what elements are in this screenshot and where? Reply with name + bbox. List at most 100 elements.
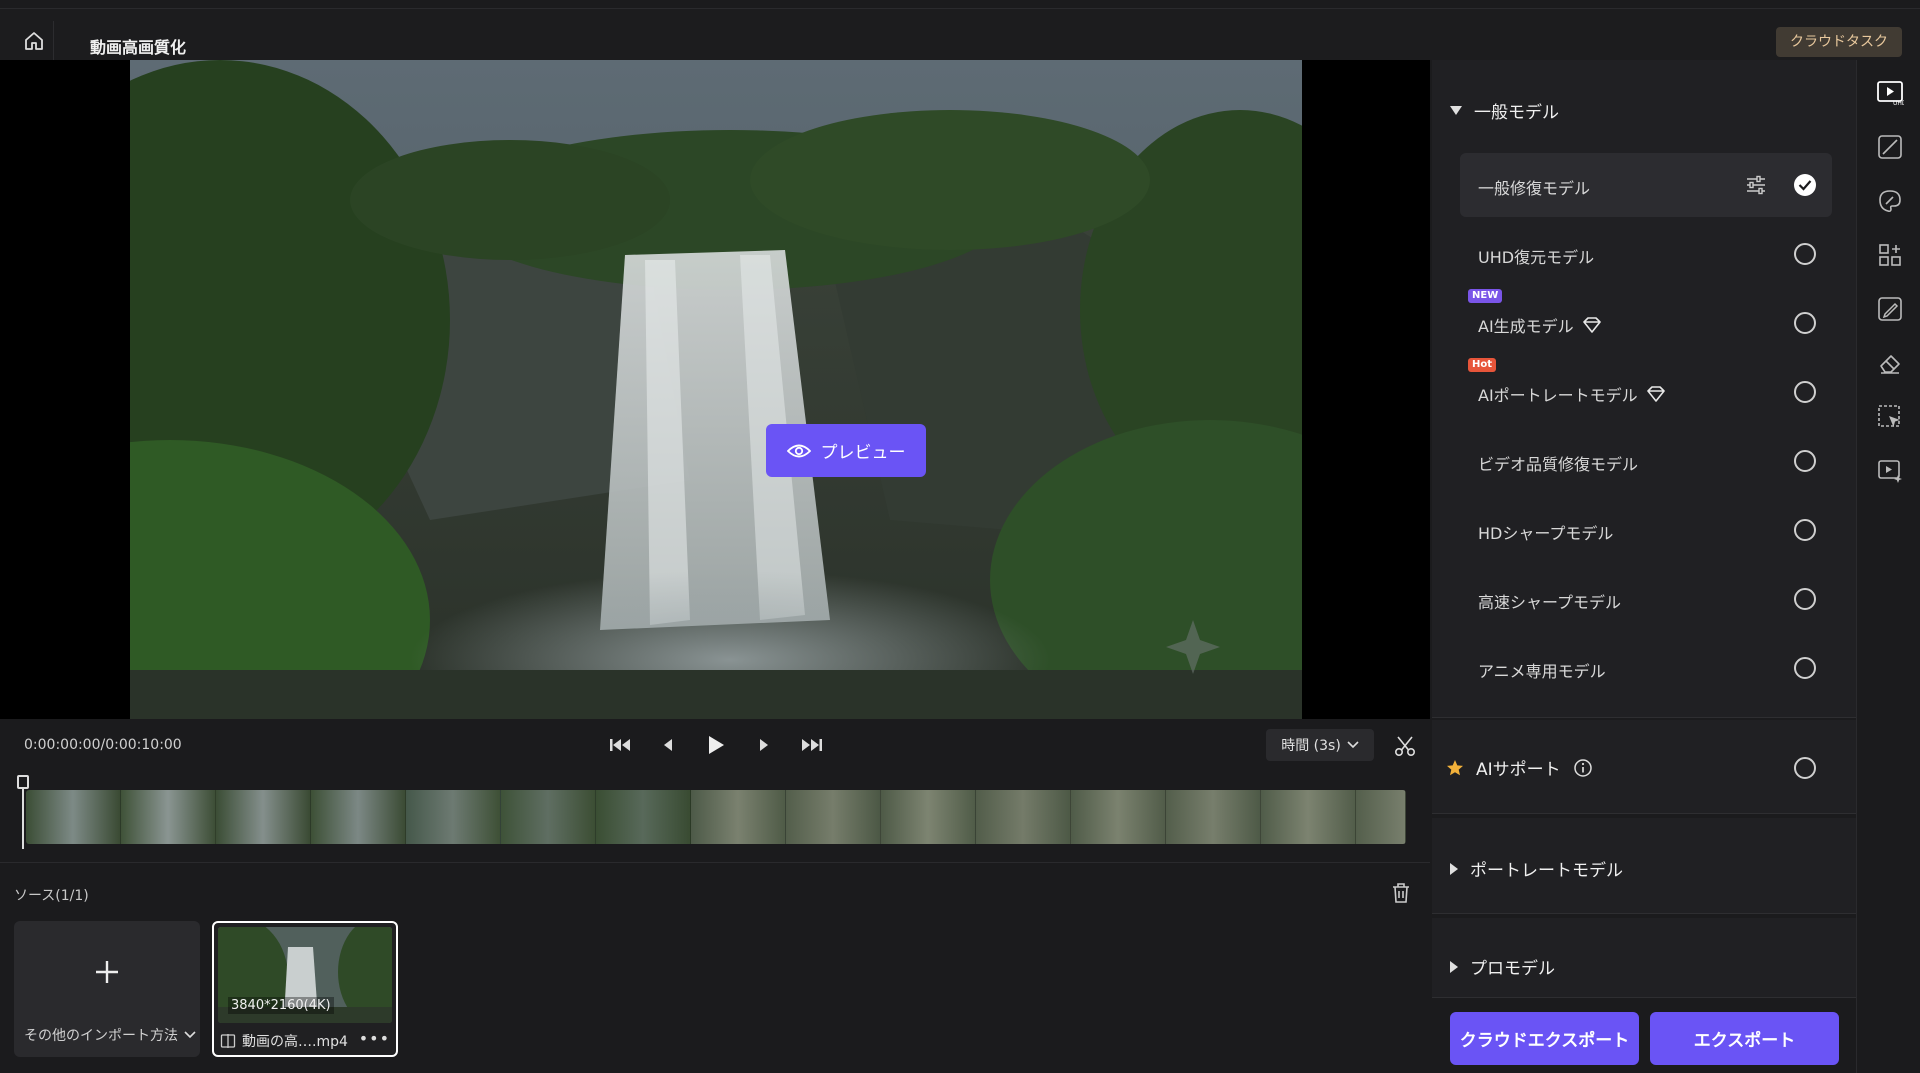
transport-controls	[606, 729, 826, 761]
model-option-general-restore[interactable]: 一般修復モデル	[1460, 153, 1832, 217]
preview-button-label: プレビュー	[820, 443, 906, 463]
radio-button[interactable]	[1794, 657, 1816, 679]
star-icon	[1447, 759, 1463, 775]
playhead[interactable]	[22, 779, 24, 849]
skip-back-icon	[610, 739, 630, 751]
import-card[interactable]: その他のインポート方法	[14, 921, 200, 1057]
model-option-uhd[interactable]: UHD復元モデル	[1460, 222, 1832, 286]
model-option-ai-generate[interactable]: NEW AI生成モデル	[1460, 289, 1832, 355]
time-interval-select[interactable]: 時間 (3s)	[1266, 729, 1374, 761]
model-name: UHD復元モデル	[1478, 248, 1595, 267]
radio-button[interactable]	[1794, 381, 1816, 403]
eye-icon	[786, 444, 811, 457]
color-icon[interactable]	[1875, 186, 1905, 216]
cloud-task-button[interactable]: クラウドタスク	[1776, 27, 1902, 57]
model-name: 一般修復モデル	[1478, 179, 1591, 198]
sliders-icon[interactable]	[1744, 173, 1768, 197]
skip-to-end-button[interactable]	[798, 729, 826, 761]
previous-frame-button[interactable]	[654, 729, 682, 761]
model-label: 高速シャープモデル	[1478, 589, 1621, 613]
timeline-frame	[691, 790, 786, 844]
ai-support-radio[interactable]	[1794, 757, 1816, 779]
compare-icon	[220, 1034, 236, 1048]
home-icon	[24, 32, 43, 50]
home-button[interactable]	[14, 21, 54, 61]
plus-icon	[96, 961, 118, 983]
preview-area: プレビュー	[0, 60, 1430, 719]
timeline-frame	[976, 790, 1071, 844]
cut-button[interactable]	[1390, 731, 1420, 761]
model-name: AI生成モデル	[1478, 317, 1574, 336]
player-controls: 0:00:00:00/0:00:10:00 時間 (3s)	[0, 719, 1430, 773]
model-name: ビデオ品質修復モデル	[1478, 455, 1639, 474]
media-file-card[interactable]: 3840*2160(4K) 動画の高….mp4 •••	[212, 921, 398, 1057]
select-ai-icon[interactable]	[1875, 402, 1905, 432]
timeline-frame	[501, 790, 596, 844]
pro-models-section: プロモデル	[1432, 918, 1856, 998]
radio-checked[interactable]	[1794, 174, 1816, 196]
portrait-models-section: ポートレートモデル	[1432, 818, 1856, 914]
pro-models-title: プロモデル	[1470, 959, 1555, 979]
trash-icon	[1393, 883, 1409, 903]
preview-button[interactable]: プレビュー	[766, 424, 926, 477]
pro-models-header[interactable]: プロモデル	[1450, 954, 1555, 979]
cloud-export-button[interactable]: クラウドエクスポート	[1450, 1012, 1639, 1065]
model-option-video-quality[interactable]: ビデオ品質修復モデル	[1460, 429, 1832, 493]
add-grid-icon[interactable]	[1875, 240, 1905, 270]
model-name: AIポートレートモデル	[1478, 386, 1638, 405]
next-frame-button[interactable]	[750, 729, 778, 761]
timeline-frame	[786, 790, 881, 844]
playhead-handle[interactable]	[17, 775, 29, 789]
model-option-ai-portrait[interactable]: Hot AIポートレートモデル	[1460, 358, 1832, 424]
timecode: 0:00:00:00/0:00:10:00	[24, 737, 182, 753]
caret-right-icon	[1450, 960, 1458, 973]
radio-button[interactable]	[1794, 312, 1816, 334]
svg-text:UHD: UHD	[1893, 100, 1904, 106]
portrait-models-header[interactable]: ポートレートモデル	[1450, 856, 1623, 881]
import-method-dropdown[interactable]: その他のインポート方法	[24, 1025, 196, 1045]
curve-icon[interactable]	[1875, 132, 1905, 162]
export-button[interactable]: エクスポート	[1650, 1012, 1839, 1065]
general-models-header[interactable]: 一般モデル	[1450, 98, 1559, 123]
model-panel: 一般モデル 一般修復モデル UHD復元モデル NEW AI生成モデル Hot A…	[1432, 60, 1856, 1073]
timeline-frame	[1071, 790, 1166, 844]
ai-support-row[interactable]: AIサポート	[1446, 755, 1593, 780]
source-panel: ソース(1/1) その他のインポート方法 3840*2160(4K) 動画の高……	[0, 863, 1430, 1073]
radio-button[interactable]	[1794, 519, 1816, 541]
model-label: アニメ専用モデル	[1478, 658, 1606, 682]
step-forward-icon	[760, 739, 768, 751]
skip-to-start-button[interactable]	[606, 729, 634, 761]
timeline-frame	[26, 790, 121, 844]
import-method-label: その他のインポート方法	[24, 1028, 178, 1044]
timeline-frame	[121, 790, 216, 844]
brush-edit-icon[interactable]	[1875, 294, 1905, 324]
chevron-down-icon	[1347, 741, 1359, 749]
step-back-icon	[664, 739, 672, 751]
video-uhd-icon[interactable]: UHD	[1875, 78, 1905, 108]
app-window: 動画高画質化 クラウドタスク プレビュー 0:00:00:00/0:00:10:…	[0, 0, 1920, 1073]
info-icon[interactable]	[1573, 758, 1593, 778]
side-toolbar: UHD	[1856, 60, 1920, 1073]
diamond-icon	[1582, 317, 1601, 333]
model-option-anime[interactable]: アニメ専用モデル	[1460, 636, 1832, 700]
video-sparkle-icon[interactable]	[1875, 456, 1905, 486]
delete-button[interactable]	[1390, 881, 1414, 907]
thumbnail-strip[interactable]	[26, 790, 1406, 844]
radio-button[interactable]	[1794, 450, 1816, 472]
ai-support-label: AIサポート	[1476, 760, 1561, 780]
radio-button[interactable]	[1794, 243, 1816, 265]
eraser-icon[interactable]	[1875, 348, 1905, 378]
timeline-frame	[1166, 790, 1261, 844]
general-models-section: 一般モデル 一般修復モデル UHD復元モデル NEW AI生成モデル Hot A…	[1432, 60, 1856, 718]
radio-button[interactable]	[1794, 588, 1816, 610]
play-button[interactable]	[702, 729, 730, 761]
model-name: 高速シャープモデル	[1478, 593, 1622, 612]
model-label: UHD復元モデル	[1478, 244, 1594, 268]
play-icon	[709, 736, 724, 754]
model-option-hd-sharp[interactable]: HDシャープモデル	[1460, 498, 1832, 562]
model-label: AIポートレートモデル	[1478, 382, 1666, 406]
model-option-fast-sharp[interactable]: 高速シャープモデル	[1460, 567, 1832, 631]
more-options-button[interactable]: •••	[359, 1029, 390, 1048]
model-label: AI生成モデル	[1478, 313, 1602, 337]
model-name: アニメ専用モデル	[1478, 662, 1606, 681]
